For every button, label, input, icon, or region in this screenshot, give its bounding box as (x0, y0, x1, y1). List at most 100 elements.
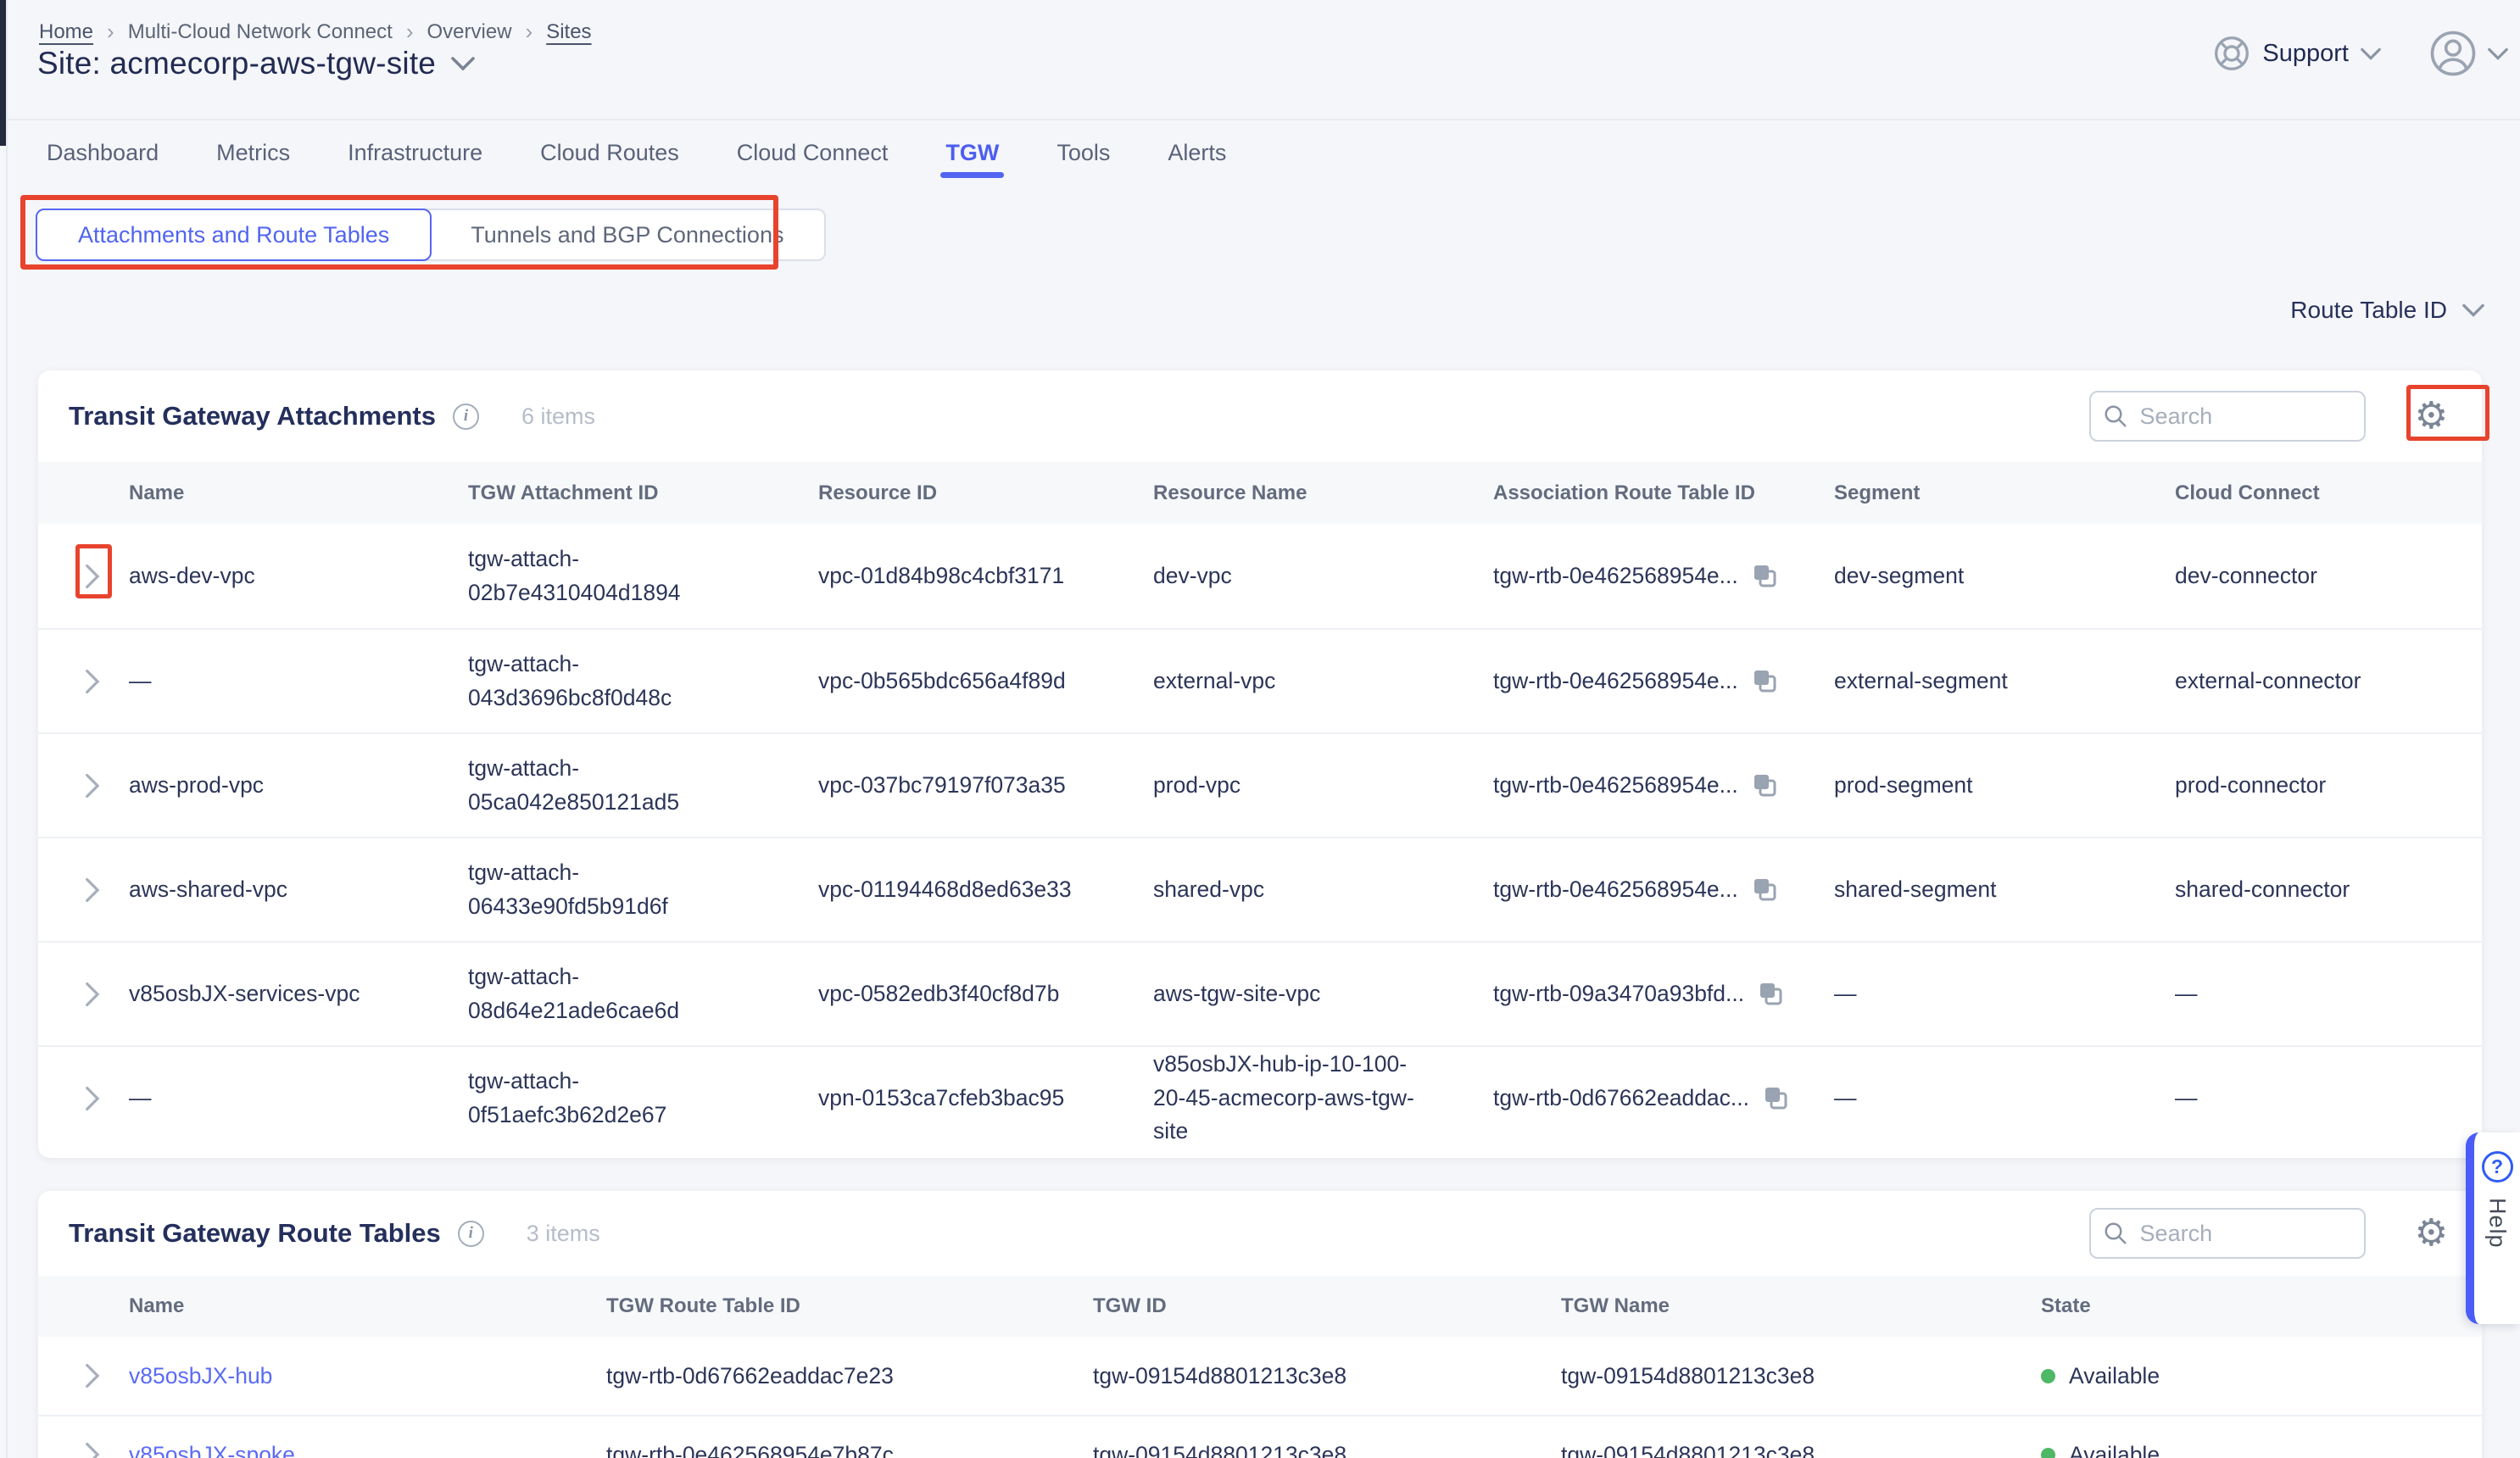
cell-attachment-id: tgw-attach-08d64e21ade6cae6d (468, 960, 731, 1028)
cell-segment: dev-segment (1834, 563, 2175, 589)
cell-name: aws-prod-vpc (129, 772, 468, 799)
cell-name: aws-shared-vpc (129, 876, 468, 903)
question-mark-icon: ? (2482, 1151, 2513, 1183)
left-hairline (6, 0, 8, 1458)
breadcrumb-mcn-item: Multi-Cloud Network Connect (128, 20, 393, 44)
row-expand-chevron-icon[interactable] (38, 1085, 129, 1112)
attachments-table-title: Transit Gateway Attachments (69, 401, 436, 431)
column-header: Name (129, 1294, 606, 1318)
tab-cloud-connect[interactable]: Cloud Connect (735, 136, 890, 170)
copy-icon[interactable] (1763, 1085, 1790, 1112)
cell-cloud-connect: shared-connector (2175, 876, 2482, 903)
cell-cloud-connect: external-connector (2175, 668, 2482, 694)
cell-route-table-id: tgw-rtb-0e462568954e7b87c (606, 1442, 1093, 1458)
row-expand-chevron-icon[interactable] (38, 876, 129, 904)
cell-association-route-table-id: tgw-rtb-0e462568954e... (1493, 563, 1738, 589)
copy-icon[interactable] (1752, 772, 1779, 799)
breadcrumb-sites-link[interactable]: Sites (546, 20, 591, 44)
info-icon[interactable]: i (453, 403, 479, 430)
column-header: Segment (1834, 481, 2175, 505)
cell-attachment-id: tgw-attach-043d3696bc8f0d48c (468, 648, 731, 715)
avatar-icon (2428, 29, 2478, 78)
cell-segment: prod-segment (1834, 772, 2175, 799)
site-switcher-chevron-icon[interactable] (451, 56, 475, 71)
row-expand-chevron-icon[interactable] (38, 1362, 129, 1389)
copy-icon[interactable] (1752, 668, 1779, 695)
copy-icon[interactable] (1758, 981, 1785, 1008)
cell-resource-id: vpc-01194468d8ed63e33 (818, 876, 1153, 903)
column-header: TGW Attachment ID (468, 481, 818, 505)
copy-icon[interactable] (1752, 563, 1779, 590)
tab-tgw[interactable]: TGW (944, 136, 1001, 170)
row-expand-chevron-icon[interactable] (38, 668, 129, 695)
cell-resource-name: dev-vpc (1153, 559, 1454, 593)
cell-association-route-table-id: tgw-rtb-0e462568954e... (1493, 772, 1738, 799)
route-table-name-link[interactable]: v85osbJX-spoke (129, 1442, 606, 1458)
cell-resource-id: vpc-0582edb3f40cf8d7b (818, 981, 1153, 1007)
cell-name: — (129, 668, 468, 694)
chevron-down-icon (2462, 303, 2484, 317)
search-icon (2103, 1221, 2128, 1246)
cell-association-route-table-id: tgw-rtb-0d67662eaddac... (1493, 1085, 1749, 1111)
cell-attachment-id: tgw-attach-0f51aefc3b62d2e67 (468, 1065, 731, 1132)
cell-resource-id: vpc-037bc79197f073a35 (818, 772, 1153, 799)
cell-tgw-id: tgw-09154d8801213c3e8 (1093, 1363, 1561, 1389)
tab-dashboard[interactable]: Dashboard (45, 136, 160, 170)
row-expand-chevron-icon[interactable] (38, 981, 129, 1008)
tab-cloud-routes[interactable]: Cloud Routes (538, 136, 681, 170)
attachments-card: Transit Gateway Attachments i 6 items ⚙︎… (38, 370, 2482, 1158)
support-menu[interactable]: Support (2213, 35, 2381, 72)
help-label: Help (2484, 1198, 2511, 1249)
life-ring-icon (2213, 35, 2250, 72)
cell-state: Available (2041, 1363, 2482, 1389)
cell-name: v85osbJX-services-vpc (129, 981, 468, 1007)
route-tables-search-input[interactable] (2089, 1208, 2366, 1259)
cell-association-route-table-id: tgw-rtb-09a3470a93bfd... (1493, 981, 1744, 1007)
route-tables-gear-icon[interactable]: ⚙︎ (2415, 1215, 2448, 1252)
state-available-dot (2041, 1369, 2055, 1383)
tab-metrics[interactable]: Metrics (215, 136, 292, 170)
help-tab[interactable]: ? Help (2466, 1132, 2520, 1324)
attachments-gear-icon[interactable]: ⚙︎ (2415, 398, 2448, 435)
cell-cloud-connect: prod-connector (2175, 772, 2482, 799)
subtab-tunnels-and-bgp-connections[interactable]: Tunnels and BGP Connections (430, 210, 824, 259)
row-expand-chevron-icon[interactable] (38, 772, 129, 799)
tgw-subtabs: Attachments and Route Tables Tunnels and… (36, 209, 826, 261)
tab-tools[interactable]: Tools (1055, 136, 1112, 170)
cell-route-table-id: tgw-rtb-0d67662eaddac7e23 (606, 1363, 1093, 1389)
row-expand-chevron-icon[interactable] (38, 1441, 129, 1458)
cell-association-route-table-id: tgw-rtb-0e462568954e... (1493, 668, 1738, 694)
cell-resource-name: external-vpc (1153, 665, 1454, 698)
table-row: aws-dev-vpc tgw-attach-02b7e4310404d1894… (38, 524, 2482, 628)
table-row: — tgw-attach-043d3696bc8f0d48c vpc-0b565… (38, 628, 2482, 732)
info-icon[interactable]: i (458, 1221, 484, 1247)
tab-alerts[interactable]: Alerts (1166, 136, 1228, 170)
cell-attachment-id: tgw-attach-02b7e4310404d1894 (468, 543, 731, 610)
page: Home › Multi-Cloud Network Connect › Ove… (0, 0, 2520, 1458)
breadcrumb-overview-item: Overview (427, 20, 512, 44)
route-table-id-label: Route Table ID (2290, 297, 2447, 324)
column-header: Association Route Table ID (1493, 481, 1834, 505)
breadcrumb-separator: › (406, 19, 414, 45)
column-header: TGW Route Table ID (606, 1294, 1093, 1318)
route-tables-card: Transit Gateway Route Tables i 3 items ⚙… (38, 1191, 2482, 1458)
route-table-name-link[interactable]: v85osbJX-hub (129, 1363, 606, 1389)
attachments-search-input[interactable] (2089, 391, 2366, 442)
column-header: Resource Name (1153, 481, 1493, 505)
copy-icon[interactable] (1752, 876, 1779, 904)
cell-resource-name: v85osbJX-hub-ip-10-100-20-45-acmecorp-aw… (1153, 1048, 1454, 1149)
cell-tgw-name: tgw-09154d8801213c3e8 (1561, 1363, 2041, 1389)
topbar: Home › Multi-Cloud Network Connect › Ove… (7, 0, 2520, 120)
state-label: Available (2069, 1363, 2160, 1389)
tab-infrastructure[interactable]: Infrastructure (346, 136, 484, 170)
chevron-down-icon (2488, 47, 2508, 60)
subtab-attachments-and-route-tables[interactable]: Attachments and Route Tables (36, 209, 432, 261)
user-menu[interactable] (2428, 29, 2508, 78)
route-table-id-dropdown[interactable]: Route Table ID (2290, 297, 2484, 324)
breadcrumb-home-link[interactable]: Home (39, 20, 93, 44)
cell-segment: — (1834, 981, 2175, 1007)
row-expand-chevron-icon[interactable] (38, 563, 129, 590)
cell-attachment-id: tgw-attach-06433e90fd5b91d6f (468, 856, 731, 924)
cell-resource-id: vpc-0b565bdc656a4f89d (818, 668, 1153, 694)
column-header: TGW ID (1093, 1294, 1561, 1318)
